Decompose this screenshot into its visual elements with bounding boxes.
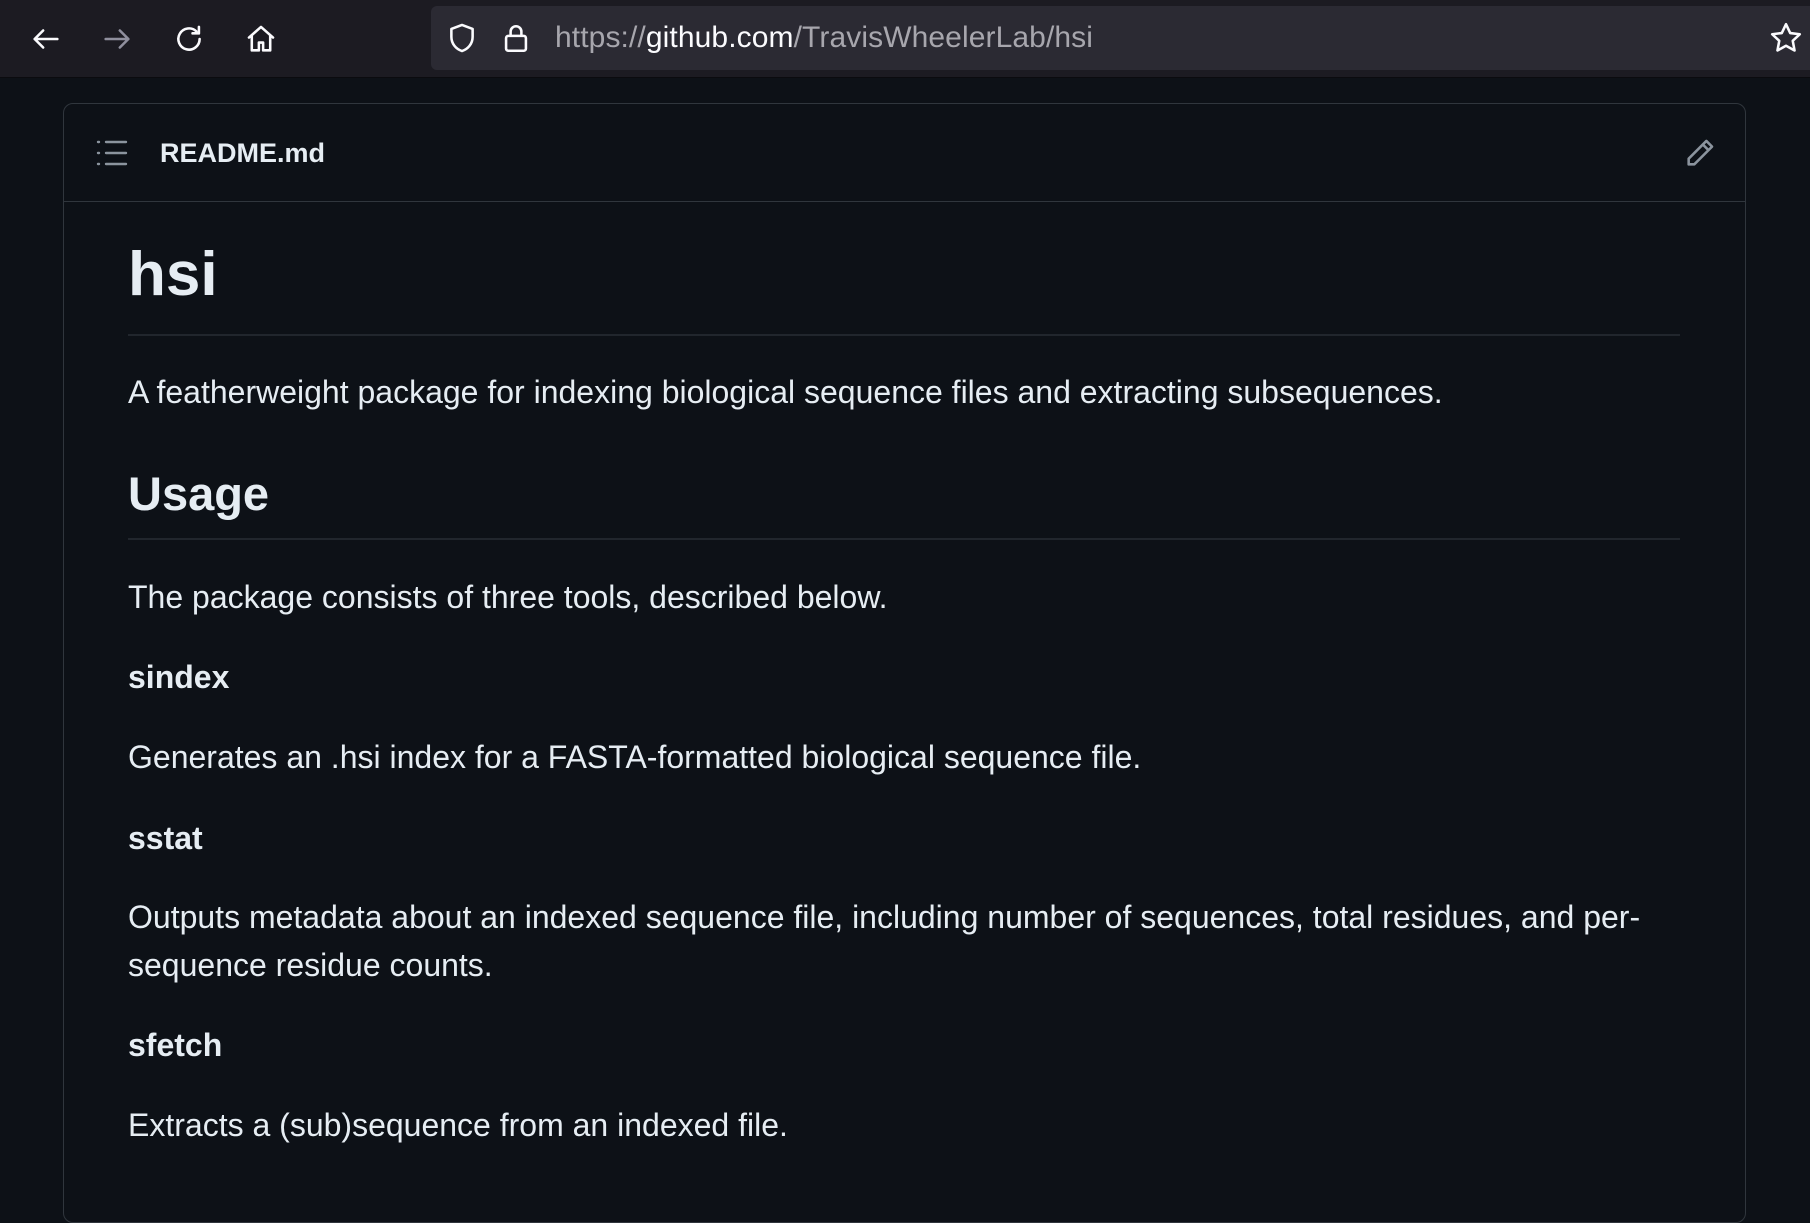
tool-description: Outputs metadata about an indexed sequen… (128, 899, 1641, 983)
pencil-icon[interactable] (1683, 136, 1717, 170)
outline-list-icon[interactable] (96, 138, 128, 168)
readme-header: README.md (64, 104, 1745, 202)
usage-heading: Usage (128, 467, 270, 520)
tool-name: sindex (128, 659, 230, 695)
url-scheme: https:// (555, 21, 646, 54)
url-text[interactable]: https://github.com/TravisWheelerLab/hsi (555, 21, 1093, 55)
reload-icon (177, 25, 201, 51)
home-button[interactable] (236, 14, 286, 64)
browser-toolbar: https://github.com/TravisWheelerLab/hsi (0, 0, 1810, 78)
home-icon (247, 25, 275, 52)
tool-description: Generates an .hsi index for a FASTA-form… (128, 739, 1142, 775)
url-path: /TravisWheelerLab/hsi (793, 21, 1094, 54)
reload-button[interactable] (164, 14, 214, 64)
heading-rule (128, 334, 1680, 336)
star-icon[interactable] (1768, 20, 1804, 56)
readme-filename[interactable]: README.md (160, 136, 325, 170)
forward-arrow-icon (104, 29, 130, 49)
tool-name: sstat (128, 820, 203, 856)
tool-name: sfetch (128, 1027, 223, 1063)
forward-button[interactable] (92, 14, 142, 64)
readme-title-heading: hsi (128, 240, 218, 309)
url-host: github.com (645, 21, 794, 54)
readme-container: README.md (63, 103, 1746, 1223)
lock-icon[interactable] (499, 21, 533, 55)
heading-rule (128, 538, 1680, 540)
address-bar[interactable]: https://github.com/TravisWheelerLab/hsi (431, 6, 1810, 70)
readme-description: A featherweight package for indexing bio… (128, 374, 1443, 410)
usage-intro: The package consists of three tools, des… (128, 579, 888, 615)
tool-description: Extracts a (sub)sequence from an indexed… (128, 1107, 788, 1143)
back-arrow-icon (33, 29, 59, 49)
shield-icon[interactable] (445, 21, 479, 55)
back-button[interactable] (21, 14, 71, 64)
